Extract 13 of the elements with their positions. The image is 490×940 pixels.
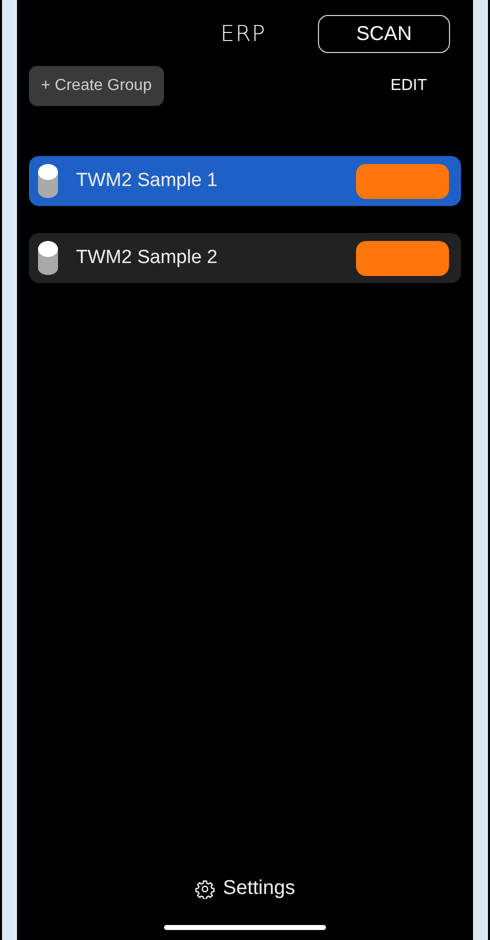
edit-button[interactable]: EDIT bbox=[384, 76, 433, 96]
device-name: TWM2 Sample 1 bbox=[76, 170, 218, 192]
cylinder-icon bbox=[37, 163, 59, 199]
action-pill[interactable] bbox=[356, 240, 449, 276]
device-name: TWM2 Sample 2 bbox=[76, 247, 218, 269]
scan-button[interactable]: SCAN bbox=[318, 15, 450, 53]
settings-button[interactable]: Settings bbox=[188, 876, 302, 901]
cylinder-icon bbox=[37, 240, 59, 276]
create-group-button[interactable]: + Create Group bbox=[29, 66, 164, 106]
logo: ERP bbox=[220, 22, 266, 46]
settings-icon bbox=[194, 878, 215, 898]
device-row[interactable]: TWM2 Sample 1 bbox=[29, 156, 461, 206]
device-row[interactable]: TWM2 Sample 2 bbox=[29, 233, 461, 283]
